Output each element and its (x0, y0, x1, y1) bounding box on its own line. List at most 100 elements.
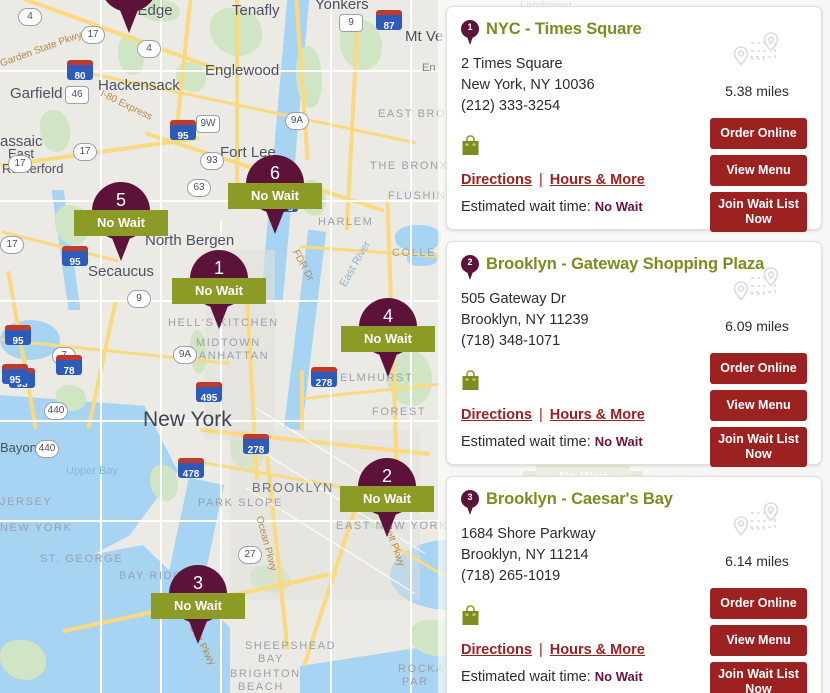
join-wait-list-button[interactable]: Join Wait List Now (710, 427, 807, 467)
marker-number: 2 (381, 466, 392, 486)
order-online-button[interactable]: Order Online (710, 353, 807, 384)
interstate-shield: 278 (243, 434, 269, 456)
map-water-flushing (395, 225, 441, 251)
route-shield: 4 (137, 40, 161, 58)
wait-label: Estimated wait time: (461, 199, 591, 215)
store-phone: (718) 348-1071 (461, 333, 561, 349)
interstate-shield: 80 (67, 60, 93, 82)
map-label: assaic (0, 133, 43, 150)
route-shield: 27 (238, 546, 262, 564)
route-distance-icon (707, 499, 807, 551)
hours-and-more-link[interactable]: Hours & More (550, 407, 645, 423)
shopping-bag-icon (461, 605, 480, 626)
join-wait-list-button[interactable]: Join Wait List Now (710, 662, 807, 693)
interstate-shield: 78 (56, 355, 82, 377)
store-phone: (718) 265-1019 (461, 568, 561, 584)
store-card[interactable]: 3 Brooklyn - Caesar's Bay 1684 Shore Par… (446, 476, 822, 693)
join-wait-list-button[interactable]: Join Wait List Now (710, 192, 807, 232)
map-pin-icon: 1 (461, 20, 479, 46)
map-label: East River (337, 239, 374, 289)
map-marker-5-wait-ribbon: No Wait (74, 210, 168, 236)
map-marker-top-partial[interactable] (100, 0, 158, 33)
route-shield: 63 (187, 179, 211, 197)
interstate-shield: 495 (196, 382, 222, 404)
store-locator-page: er Edge Tenafly Yonkers Mt Ve Larchmont … (0, 0, 830, 693)
interstate-shield: 95 (5, 325, 31, 347)
shopping-bag-icon (461, 135, 480, 156)
route-distance-icon (707, 264, 807, 316)
route-distance-icon (707, 29, 807, 81)
wait-label: Estimated wait time: (461, 669, 591, 685)
directions-link[interactable]: Directions (461, 642, 532, 658)
map-label: Garfield (10, 85, 63, 102)
wait-value: No Wait (594, 434, 643, 449)
map-pin-icon: 2 (461, 255, 479, 281)
wait-value: No Wait (594, 199, 643, 214)
interstate-shield: 95 (62, 246, 88, 268)
interstate-shield: 95 (170, 120, 196, 142)
map-label: BAY (258, 653, 284, 665)
marker-number: 3 (192, 573, 203, 593)
store-phone: (212) 333-3254 (461, 98, 561, 114)
route-shield: 440 (35, 440, 59, 458)
directions-link[interactable]: Directions (461, 407, 532, 423)
map-road-label: I-80 Express (98, 88, 154, 123)
route-shield: 9W (196, 115, 220, 133)
store-name: NYC - Times Square (486, 20, 642, 38)
map-pin-number: 3 (467, 492, 473, 502)
store-name: Brooklyn - Caesar's Bay (486, 490, 673, 508)
map-water-eastriver (283, 229, 327, 431)
hours-and-more-link[interactable]: Hours & More (550, 642, 645, 658)
view-menu-button[interactable]: View Menu (710, 390, 807, 421)
store-actions[interactable]: Order Online View Menu Join Wait List No… (710, 588, 807, 693)
map-street (330, 0, 332, 693)
route-shield: 93 (200, 152, 224, 170)
map-pin-icon: 3 (461, 490, 479, 516)
route-shield: 17 (0, 236, 24, 254)
store-card[interactable]: 2 Brooklyn - Gateway Shopping Plaza 505 … (446, 241, 822, 467)
map-highway (235, 0, 239, 200)
map-marker-6-wait-ribbon: No Wait (228, 183, 322, 209)
route-shield: 9 (339, 14, 363, 32)
store-distance: 5.38 miles (725, 83, 789, 99)
directions-link[interactable]: Directions (461, 172, 532, 188)
wait-label: Estimated wait time: (461, 434, 591, 450)
map-label: BRIGHTON (230, 668, 301, 680)
map-highway (73, 68, 417, 145)
map-label: BEACH (238, 681, 284, 693)
marker-number: 5 (115, 190, 126, 210)
route-shield: 4 (18, 8, 42, 26)
route-shield: 17 (73, 143, 97, 161)
store-actions[interactable]: Order Online View Menu Join Wait List No… (710, 118, 807, 238)
link-separator: | (538, 407, 543, 423)
shopping-bag-icon (461, 370, 480, 391)
hours-and-more-link[interactable]: Hours & More (550, 172, 645, 188)
order-online-button[interactable]: Order Online (710, 118, 807, 149)
map-label: Secaucus (88, 263, 154, 280)
interstate-shield: 87 (376, 10, 402, 32)
interstate-shield: 278 (311, 367, 337, 389)
store-results-list[interactable]: 1 NYC - Times Square 2 Times Square New … (438, 0, 830, 693)
store-distance: 6.09 miles (725, 318, 789, 334)
store-distance-block: 6.09 miles (707, 264, 807, 334)
store-distance: 6.14 miles (725, 553, 789, 569)
store-actions[interactable]: Order Online View Menu Join Wait List No… (710, 353, 807, 473)
map-marker-1-wait-ribbon: No Wait (172, 278, 266, 304)
map-label: Yonkers (315, 0, 369, 13)
route-shield: 9 (127, 290, 151, 308)
map-marker-3-wait-ribbon: No Wait (151, 593, 245, 619)
route-shield: 440 (44, 402, 68, 420)
order-online-button[interactable]: Order Online (710, 588, 807, 619)
store-card[interactable]: 1 NYC - Times Square 2 Times Square New … (446, 6, 822, 232)
map-label: SHEEPSHEAD (245, 640, 337, 652)
route-shield: 17 (8, 155, 32, 173)
view-menu-button[interactable]: View Menu (710, 155, 807, 186)
map-marker-2-wait-ribbon: No Wait (340, 486, 434, 512)
map-marker-4-wait-ribbon: No Wait (341, 326, 435, 352)
view-menu-button[interactable]: View Menu (710, 625, 807, 656)
map-pin-number: 2 (467, 257, 473, 267)
marker-number: 4 (382, 306, 393, 326)
map-label: En (422, 62, 436, 74)
route-shield: 9A (173, 346, 197, 364)
map-street (100, 0, 102, 693)
